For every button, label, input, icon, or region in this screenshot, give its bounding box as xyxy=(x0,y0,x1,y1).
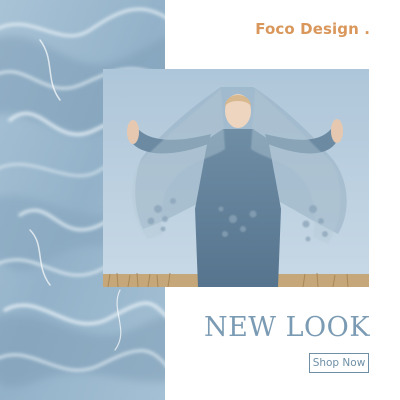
headline: NEW LOOK xyxy=(203,312,370,343)
shop-now-button[interactable]: Shop Now xyxy=(309,353,369,373)
brand-dot: . xyxy=(364,20,370,38)
model-photo xyxy=(103,69,369,287)
brand-logo[interactable]: Foco Design . xyxy=(255,20,370,38)
promo-canvas: Foco Design . NEW LOOK Shop Now xyxy=(0,0,400,400)
brand-name: Foco Design xyxy=(255,20,359,38)
